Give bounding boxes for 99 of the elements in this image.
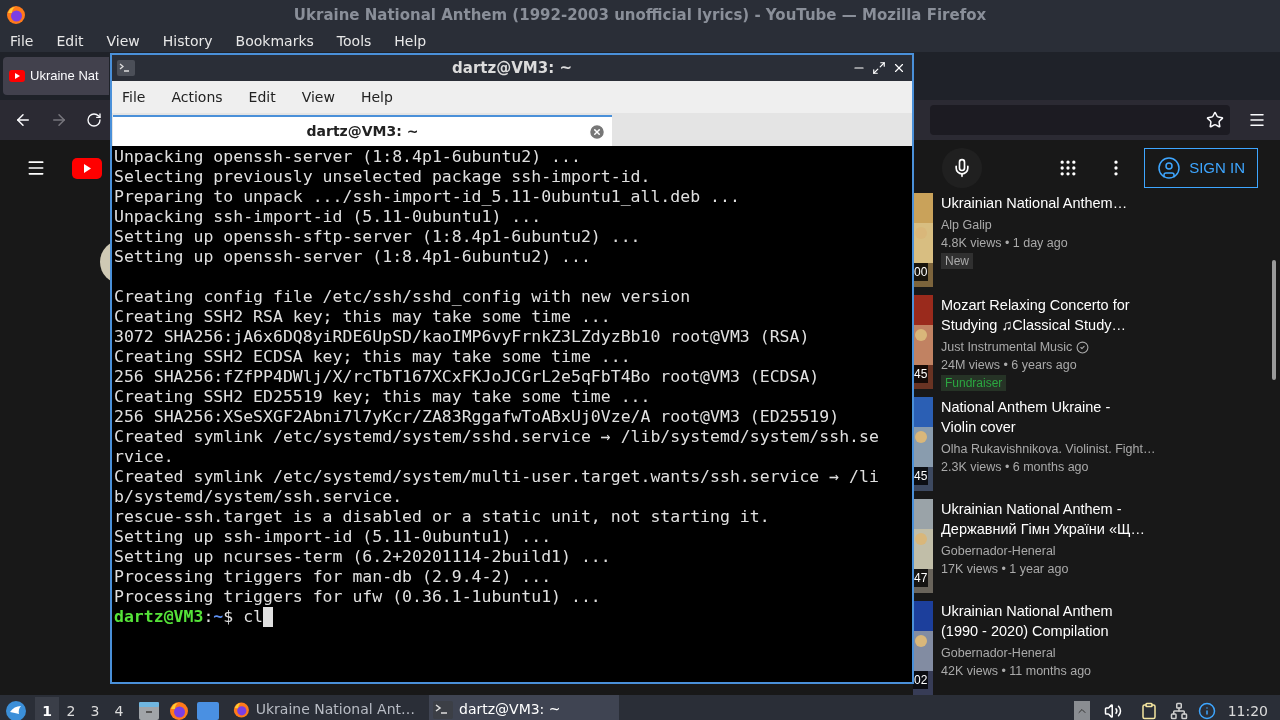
video-item[interactable]: 02 Ukrainian National Anthem (1990 - 2020) Compilation Gobernador-Heneral 42K views • 11 months ago	[913, 601, 1156, 695]
output-line: b/systemd/system/ssh.service.	[114, 487, 404, 507]
video-meta: 4.8K views • 1 day ago	[941, 235, 1069, 252]
network-icon[interactable]	[1169, 702, 1188, 720]
output-line: 256 SHA256:fZfPP4DWlj/X/rcTbT167XCxFKJoJCGrL2e5qFbT4Bo root@VM3 (ECDSA)	[114, 367, 821, 387]
fox-logo-icon	[6, 5, 26, 25]
fox-logo-icon	[169, 701, 189, 720]
video-meta: 2.3K views • 6 months ago	[941, 459, 1090, 476]
workspace-button[interactable]: 2	[59, 697, 83, 720]
video-badge: Fundraiser	[941, 375, 1007, 391]
menu-item[interactable]: View	[301, 86, 335, 108]
output-line: Created symlink /etc/systemd/system/sshd.service → /lib/systemd/system/ssh.se	[114, 427, 880, 447]
duration-label: 02	[913, 671, 929, 689]
video-item[interactable]: 00 Ukrainian National Anthem… Alp Galip 4.8K views • 1 day ago New	[913, 193, 1156, 287]
clock[interactable]: 11:20	[1227, 700, 1268, 720]
forward-icon[interactable]	[50, 111, 68, 129]
output-line: Creating config file /etc/ssh/sshd_config with new version	[114, 287, 692, 307]
clipboard-icon[interactable]	[1139, 702, 1158, 720]
output-line: Creating SSH2 ECDSA key; this may take some time ...	[114, 347, 632, 367]
workspace-button[interactable]: 1	[35, 697, 59, 720]
output-line: Processing triggers for man-db (2.9.4-2) ...	[114, 567, 553, 587]
workspace-button[interactable]: 3	[83, 697, 107, 720]
menu-item[interactable]: Edit	[248, 86, 276, 108]
reload-icon[interactable]	[86, 112, 102, 128]
output-line: Unpacking ssh-import-id (5.11-0ubuntu1) ...	[114, 207, 543, 227]
menu-item[interactable]: File	[10, 30, 34, 52]
output-line: Preparing to unpack .../ssh-import-id_5.11-0ubuntu1_all.deb ...	[114, 187, 741, 207]
channel-name[interactable]: Gobernador-Heneral	[941, 644, 1056, 662]
output-line: Setting up ssh-import-id (5.11-0ubuntu1) ...	[114, 527, 553, 547]
menu-icon[interactable]	[26, 158, 46, 178]
output-line: 256 SHA256:XSeSXGF2Abni7l7yKcr/ZA83RggafwToABxUj0Vze/A root@VM3 (ED25519)	[114, 407, 841, 427]
sign-in-button[interactable]: SIGN IN	[1144, 148, 1258, 188]
account-icon	[1157, 156, 1182, 180]
maximize-icon[interactable]	[872, 61, 886, 75]
video-title: Ukrainian National Anthem…	[941, 194, 1128, 213]
output-line: Setting up openssh-sftp-server (1:8.4p1-6ubuntu2) ...	[114, 227, 642, 247]
text-cursor	[263, 607, 274, 627]
close-icon[interactable]	[892, 61, 906, 75]
output-line: Creating SSH2 RSA key; this may take some time ...	[114, 307, 612, 327]
back-icon[interactable]	[14, 111, 32, 129]
play-logo-icon	[9, 70, 25, 82]
channel-name[interactable]: Just Instrumental Music	[941, 338, 1073, 356]
terminal-icon	[433, 700, 453, 719]
output-line: 3072 SHA256:jA6x6DQ8yiRDE6UpSD/kaoIMP6vyFrnkZ3LZdyzBb10 root@VM3 (RSA)	[114, 327, 811, 347]
video-meta: 17K views • 1 year ago	[941, 561, 1070, 578]
output-line: Processing triggers for ufw (0.36.1-1ubuntu1) ...	[114, 587, 602, 607]
output-line: Unpacking openssh-server (1:8.4p1-6ubuntu2) ...	[114, 147, 582, 167]
prompt-user: dartz@VM3	[114, 607, 204, 627]
workspace-button[interactable]: 4	[107, 697, 131, 720]
video-item[interactable]: 45 National Anthem Ukraine - Violin cover Olha Rukavishnikova. Violinist. Fight… 2.3K views • 6 months ago	[913, 397, 1156, 491]
menu-icon[interactable]	[1248, 111, 1266, 129]
video-item[interactable]: 45 Mozart Relaxing Concerto for Studying ♫Classical Study… Just Instrumental Music 24M views • 6 years ago Fundraiser	[913, 295, 1156, 389]
star-icon[interactable]	[1206, 111, 1224, 129]
prompt-colon: :	[203, 607, 214, 627]
fox-logo-icon	[233, 699, 250, 720]
window-title: Ukraine National Anthem (1992-2003 unofficial lyrics) - YouTube — Mozilla Firefox	[292, 4, 988, 26]
terminal-tab[interactable]: dartz@VM3: ~	[113, 115, 612, 146]
video-title: Ukrainian National Anthem (1990 - 2020) Compilation	[941, 602, 1113, 641]
output-line: Selecting previously unselected package ssh-import-id.	[114, 167, 652, 187]
video-meta: 24M views • 6 years ago	[941, 357, 1078, 374]
notification-icon[interactable]	[1197, 702, 1216, 720]
menu-item[interactable]: View	[106, 30, 140, 52]
channel-name[interactable]: Olha Rukavishnikova. Violinist. Fight…	[941, 440, 1156, 458]
taskbar-task[interactable]: dartz@VM3: ~	[429, 695, 619, 720]
eject-button[interactable]	[1073, 701, 1090, 720]
volume-icon[interactable]	[1103, 702, 1122, 720]
browser-tab[interactable]: Ukraine Nat	[3, 57, 109, 95]
video-title: Mozart Relaxing Concerto for Studying ♫Classical Study…	[941, 296, 1130, 335]
menu-item[interactable]: Actions	[171, 86, 223, 108]
voice-search-button[interactable]	[942, 148, 983, 188]
video-title: Ukrainian National Anthem - Державний Гімн України «Щ…	[941, 500, 1146, 539]
menu-item[interactable]: History	[162, 30, 213, 52]
output-line: Creating SSH2 ED25519 key; this may take some time ...	[114, 387, 652, 407]
menu-item[interactable]: Help	[360, 86, 393, 108]
channel-name[interactable]: Gobernador-Heneral	[941, 542, 1056, 560]
menu-item[interactable]: File	[122, 86, 146, 108]
start-menu-icon[interactable]	[5, 700, 27, 720]
menu-item[interactable]: Bookmarks	[235, 30, 314, 52]
menu-item[interactable]: Tools	[336, 30, 372, 52]
terminal-icon	[117, 60, 135, 76]
menu-item[interactable]: Edit	[56, 30, 84, 52]
output-line: rescue-ssh.target is a disabled or a static unit, not starting it.	[114, 507, 771, 527]
prompt-path: ~	[213, 607, 224, 627]
video-title: National Anthem Ukraine - Violin cover	[941, 398, 1112, 437]
scrollbar-thumb[interactable]	[1272, 260, 1276, 380]
play-logo-icon[interactable]	[72, 157, 102, 179]
menu-item[interactable]: Help	[394, 30, 427, 52]
command-input[interactable]: $ cl	[223, 607, 264, 627]
video-item[interactable]: 47 Ukrainian National Anthem - Державний Гімн України «Щ… Gobernador-Heneral 17K views • 1 year ago	[913, 499, 1156, 593]
output-line: rvice.	[114, 447, 175, 467]
window-title: dartz@VM3: ~	[451, 57, 573, 79]
output-line: Created symlink /etc/systemd/system/multi-user.target.wants/ssh.service → /li	[114, 467, 880, 487]
output-line: Setting up openssh-server (1:8.4p1-6ubuntu2) ...	[114, 247, 592, 267]
video-badge: New	[941, 253, 973, 269]
channel-name[interactable]: Alp Galip	[941, 216, 992, 234]
video-meta: 42K views • 11 months ago	[941, 663, 1093, 680]
file-cabinet-icon[interactable]	[139, 702, 159, 720]
address-field[interactable]	[930, 105, 1230, 135]
output-line: Setting up ncurses-term (6.2+20201114-2build1) ...	[114, 547, 612, 567]
